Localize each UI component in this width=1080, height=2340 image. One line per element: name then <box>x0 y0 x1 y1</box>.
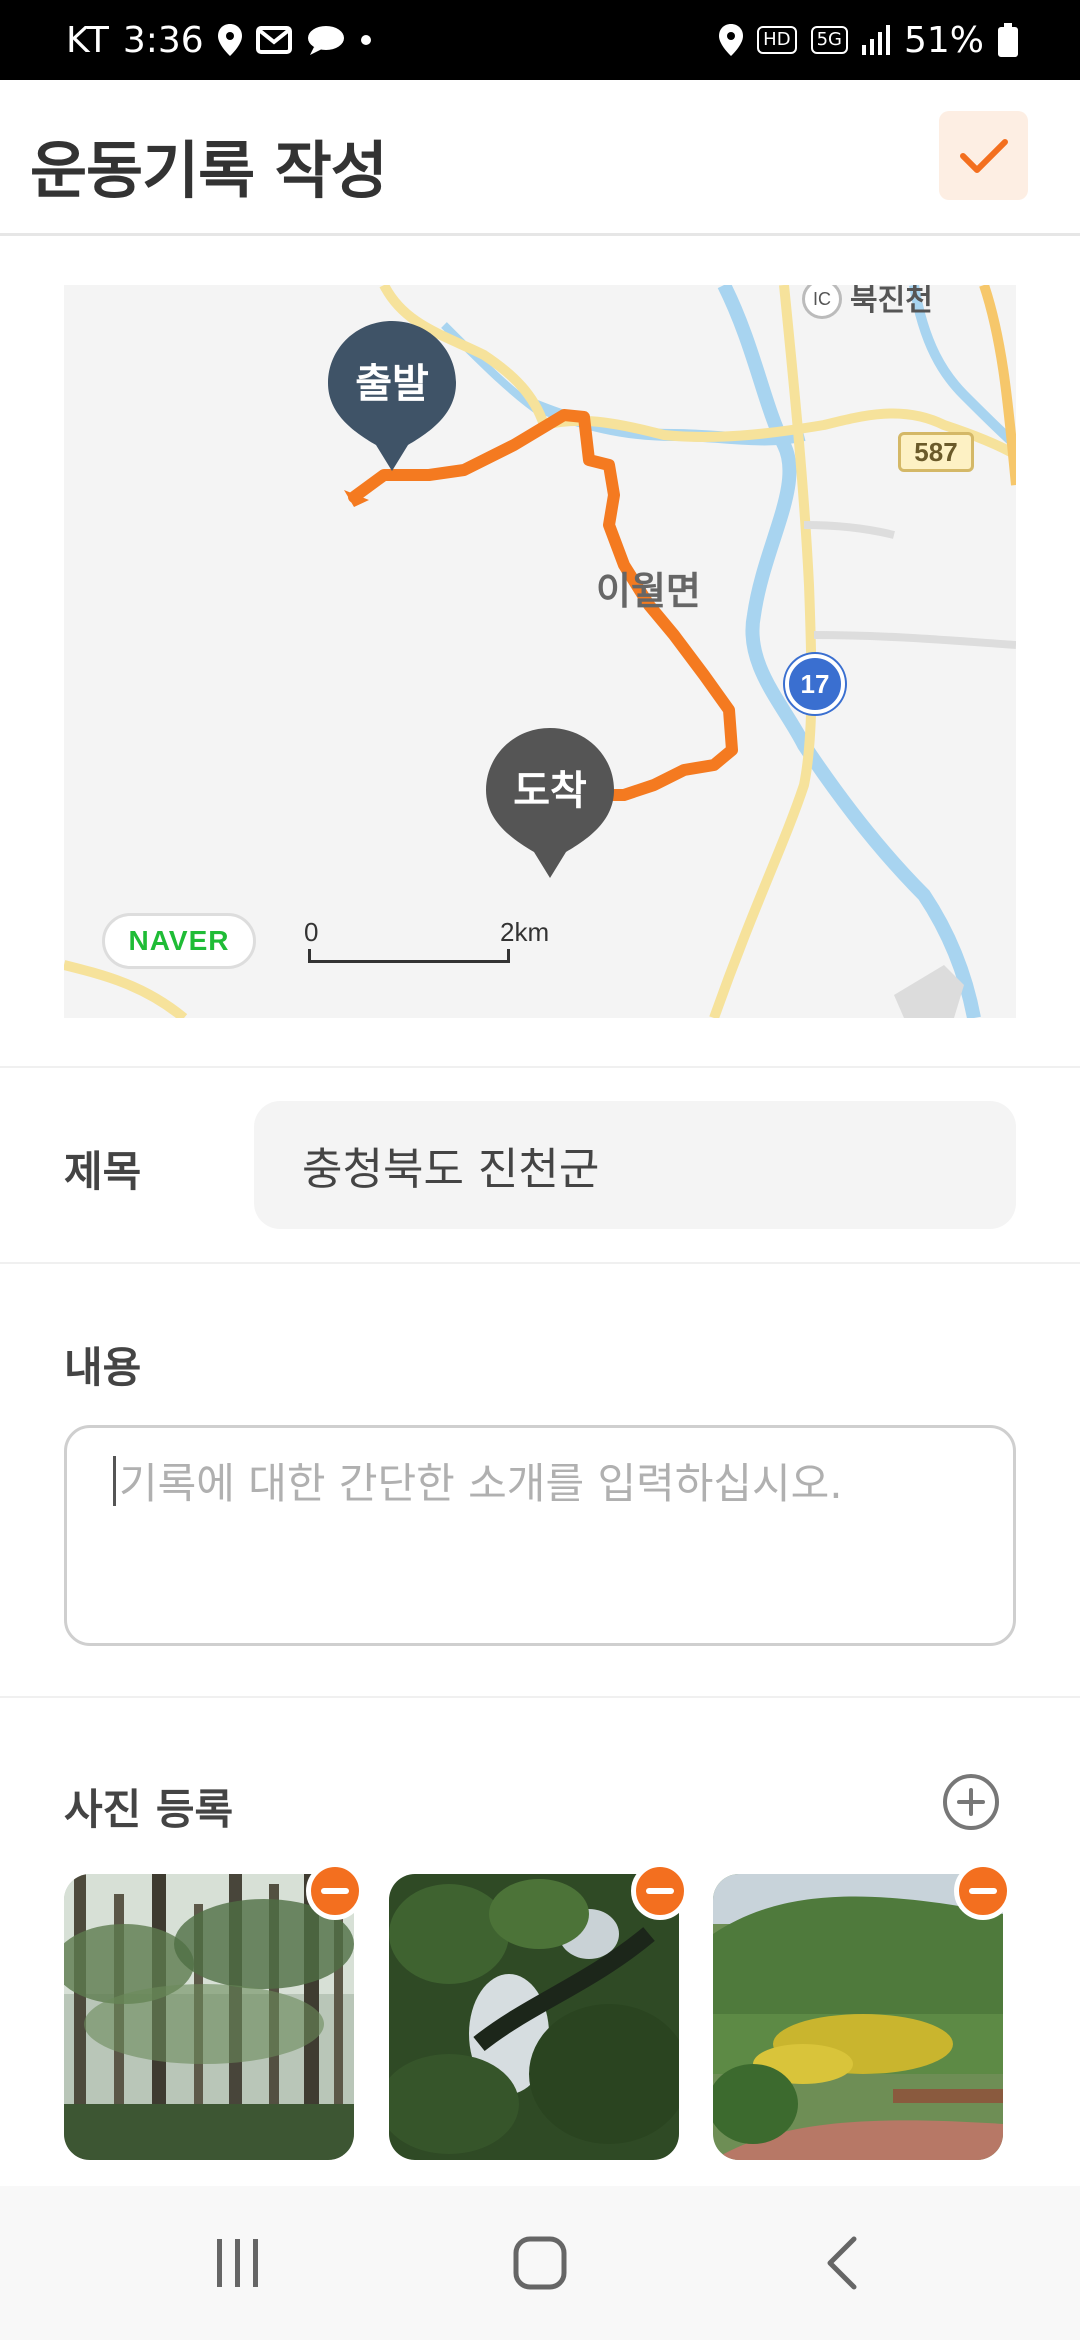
checkmark-icon <box>959 138 1008 173</box>
route-number-badge: 17 <box>785 654 845 714</box>
clock: 3:36 <box>122 19 204 61</box>
battery-icon <box>998 23 1018 57</box>
confirm-button[interactable] <box>939 111 1028 200</box>
back-button[interactable] <box>752 2186 932 2340</box>
hd-badge: HD <box>757 26 797 54</box>
map-place-label: 이월면 <box>596 569 701 613</box>
divider <box>0 1262 1080 1264</box>
route-map[interactable]: IC 북진천 587 17 이월면 출발 도착 NAVER 0 2km <box>64 285 1016 1018</box>
minus-icon <box>321 1888 349 1894</box>
text-cursor <box>113 1456 116 1506</box>
system-navigation-bar <box>0 2186 1080 2340</box>
remove-photo-button[interactable] <box>954 1862 1012 1920</box>
page-title: 운동기록 작성 <box>30 134 388 207</box>
divider <box>0 1066 1080 1068</box>
minus-icon <box>969 1888 997 1894</box>
map-top-label: 북진천 <box>850 285 933 318</box>
location-icon <box>217 24 242 56</box>
plus-icon <box>957 1788 985 1816</box>
forest-photo[interactable] <box>64 1874 354 2160</box>
start-pin-label: 출발 <box>355 361 429 407</box>
notification-dot-icon <box>360 34 372 46</box>
naver-logo: NAVER <box>102 913 256 969</box>
forest-image <box>64 1874 354 2160</box>
recent-apps-icon <box>217 2239 258 2287</box>
back-icon <box>827 2236 857 2290</box>
content-placeholder: 기록에 대한 간단한 소개를 입력하십시오. <box>119 1459 843 1508</box>
tree-canopy-photo[interactable] <box>389 1874 679 2160</box>
remove-photo-button[interactable] <box>306 1862 364 1920</box>
park-image <box>713 1874 1003 2160</box>
remove-photo-button[interactable] <box>631 1862 689 1920</box>
add-photo-button[interactable] <box>943 1774 999 1830</box>
mail-icon <box>255 26 292 54</box>
canopy-image <box>389 1874 679 2160</box>
end-pin[interactable]: 도착 <box>486 728 614 888</box>
home-button[interactable] <box>450 2186 630 2340</box>
location-icon <box>719 24 744 56</box>
content-textarea[interactable]: 기록에 대한 간단한 소개를 입력하십시오. <box>64 1425 1016 1646</box>
carrier-label: KT <box>66 19 109 61</box>
battery-percent: 51% <box>903 19 984 61</box>
home-icon <box>513 2236 567 2290</box>
status-right: HD 5G 51% <box>719 20 1018 61</box>
status-left: KT 3:36 <box>66 20 372 61</box>
title-input[interactable]: 충청북도 진천군 <box>254 1101 1016 1229</box>
start-pin[interactable]: 출발 <box>328 321 456 481</box>
photos-label: 사진 등록 <box>64 1785 234 1834</box>
road-number-badge: 587 <box>898 432 974 472</box>
map-background <box>64 285 1016 1018</box>
scale-start-label: 0 <box>304 917 319 947</box>
5g-badge: 5G <box>810 26 848 54</box>
recent-apps-button[interactable] <box>148 2186 328 2340</box>
title-input-value: 충청북도 진천군 <box>302 1144 600 1195</box>
end-pin-label: 도착 <box>513 768 587 814</box>
divider <box>0 1696 1080 1698</box>
scale-end-label: 2km <box>500 917 550 947</box>
signal-icon <box>861 25 890 55</box>
header: 운동기록 작성 <box>0 80 1080 236</box>
content-label: 내용 <box>64 1343 142 1392</box>
status-bar: KT 3:36 HD 5G 51% <box>0 0 1080 80</box>
scale-bar <box>308 949 510 963</box>
park-photo[interactable] <box>713 1874 1003 2160</box>
minus-icon <box>646 1888 674 1894</box>
chat-bubble-icon <box>306 25 346 55</box>
title-label: 제목 <box>64 1147 142 1196</box>
